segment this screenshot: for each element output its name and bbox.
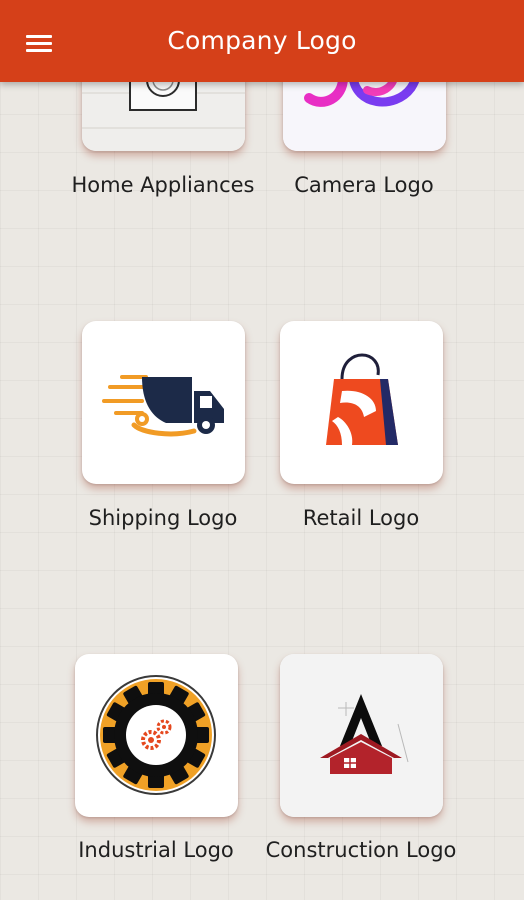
industrial-logo-label[interactable]: Industrial Logo <box>46 838 266 862</box>
page-title: Company Logo <box>167 26 357 55</box>
app-bar: Company Logo <box>0 0 524 82</box>
shipping-logo-label[interactable]: Shipping Logo <box>53 506 273 530</box>
house-roof-icon <box>280 654 443 817</box>
camera-logo-label[interactable]: Camera Logo <box>254 173 474 197</box>
delivery-truck-icon <box>102 375 224 437</box>
retail-logo-card[interactable] <box>280 321 443 484</box>
industrial-logo-card[interactable] <box>75 654 238 817</box>
construction-logo-label[interactable]: Construction Logo <box>251 838 471 862</box>
gear-icon <box>96 675 216 795</box>
retail-logo-label[interactable]: Retail Logo <box>251 506 471 530</box>
shopping-bag-icon <box>326 353 398 445</box>
construction-logo-card[interactable] <box>280 654 443 817</box>
shipping-logo-card[interactable] <box>82 321 245 484</box>
home-appliances-label[interactable]: Home Appliances <box>53 173 273 197</box>
